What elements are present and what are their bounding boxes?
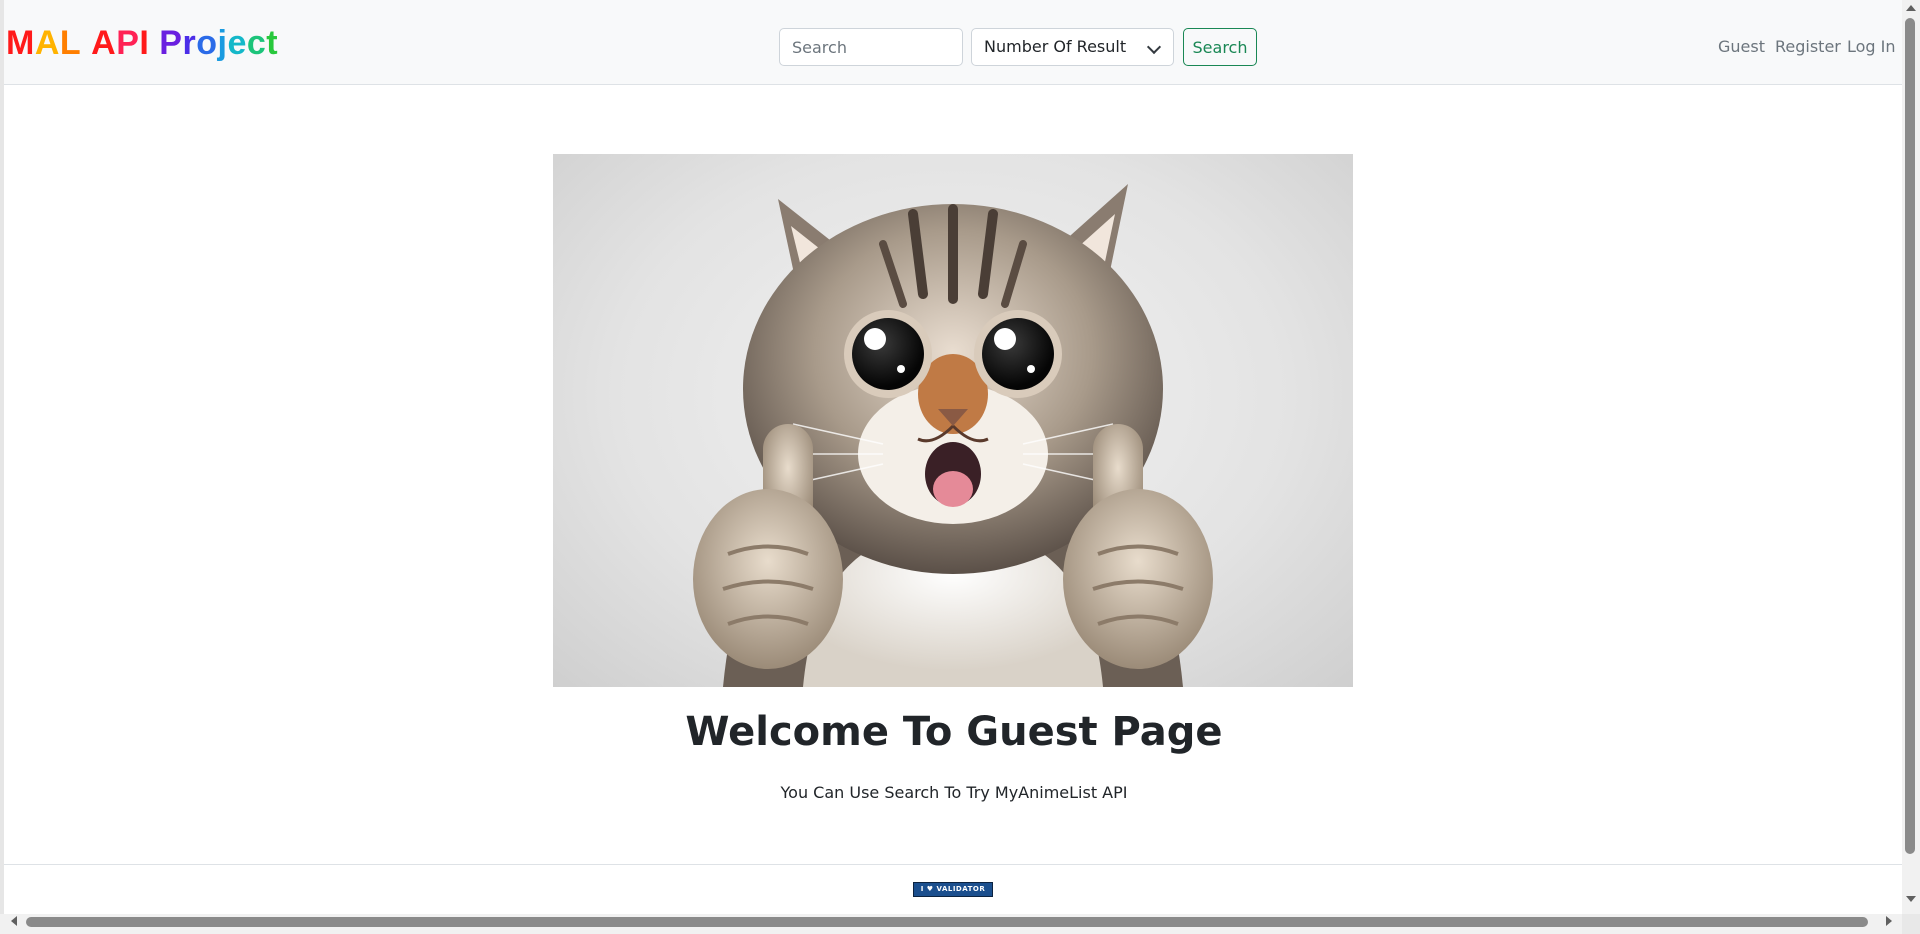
navbar: MAL API Project Number Of Result Search … xyxy=(4,0,1902,85)
page-subtitle: You Can Use Search To Try MyAnimeList AP… xyxy=(780,783,1128,802)
brand-letter: A xyxy=(34,24,60,62)
nav-link-register[interactable]: Register xyxy=(1775,28,1841,66)
search-input[interactable] xyxy=(779,28,963,66)
footer-divider xyxy=(4,864,1902,865)
horizontal-scroll-thumb[interactable] xyxy=(26,917,1868,927)
brand-letter: A xyxy=(91,24,117,62)
brand-letter: P xyxy=(116,24,140,62)
brand-letter: r xyxy=(182,24,197,62)
brand-letter: j xyxy=(217,24,228,62)
brand-letter: c xyxy=(246,24,267,62)
scroll-down-arrow-icon[interactable] xyxy=(1906,896,1916,902)
scroll-up-arrow-icon[interactable] xyxy=(1906,5,1916,11)
brand-letter: e xyxy=(227,24,247,62)
brand-letter xyxy=(81,20,91,66)
chevron-down-icon xyxy=(1146,39,1162,55)
brand-letter: I xyxy=(139,24,150,62)
scrollbar-corner xyxy=(1902,914,1920,934)
page-title: Welcome To Guest Page xyxy=(685,709,1223,755)
browser-viewport: MAL API Project Number Of Result Search … xyxy=(0,0,1920,934)
brand-letter: M xyxy=(6,24,35,62)
brand-letter: L xyxy=(59,24,82,62)
select-value: Number Of Result xyxy=(984,37,1127,56)
brand-letter: t xyxy=(266,24,279,62)
scroll-left-arrow-icon[interactable] xyxy=(11,916,17,926)
nav-link-guest[interactable]: Guest xyxy=(1718,28,1765,66)
search-button[interactable]: Search xyxy=(1183,28,1257,66)
brand-letter: P xyxy=(159,24,183,62)
brand-logo[interactable]: MAL API Project xyxy=(6,20,278,66)
nav-link-login[interactable]: Log In xyxy=(1847,28,1896,66)
validator-badge[interactable]: I ♥ VALIDATOR xyxy=(913,882,993,897)
brand-letter: o xyxy=(196,24,218,62)
vertical-scroll-thumb[interactable] xyxy=(1905,18,1915,854)
brand-letter xyxy=(149,20,159,66)
number-of-result-select[interactable]: Number Of Result xyxy=(971,28,1174,66)
scroll-right-arrow-icon[interactable] xyxy=(1886,916,1892,926)
cat-illustration xyxy=(693,184,1213,687)
hero-image xyxy=(553,154,1353,687)
